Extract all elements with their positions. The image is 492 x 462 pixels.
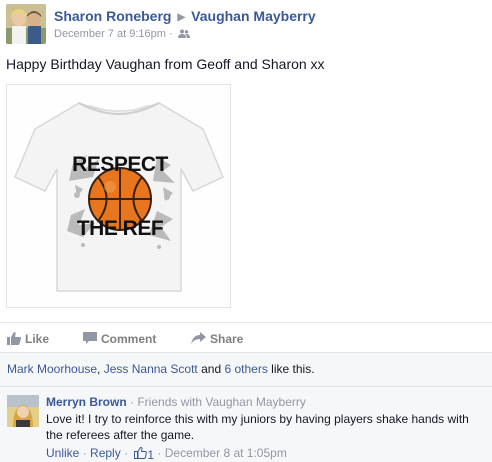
post-meta: December 7 at 9:16pm ·: [54, 28, 190, 40]
share-label: Share: [210, 332, 244, 346]
post-timestamp[interactable]: December 7 at 9:16pm: [54, 28, 166, 40]
share-button[interactable]: Share: [191, 330, 243, 346]
meta-dot-2: ·: [120, 446, 132, 460]
likes-suffix: like this.: [267, 362, 315, 376]
meta-dot-3: ·: [154, 446, 165, 460]
post-message: Happy Birthday Vaughan from Geoff and Sh…: [6, 56, 325, 72]
thumbs-up-icon: [7, 332, 21, 345]
unlike-link[interactable]: Unlike: [46, 446, 79, 460]
comment-meta: Unlike · Reply · 1 · December 8 at 1:05p…: [46, 445, 287, 462]
others-link[interactable]: 6 others: [224, 362, 267, 376]
author-avatar[interactable]: [6, 4, 46, 44]
divider: [0, 386, 492, 387]
thumbs-up-icon: [134, 446, 148, 459]
shirt-text-top: RESPECT: [72, 153, 168, 176]
comment-text: Love it! I try to reinforce this with my…: [46, 412, 469, 442]
comment-label: Comment: [101, 332, 157, 346]
comment-like-count-button[interactable]: 1: [134, 446, 154, 462]
commenter-relation: · Friends with Vaughan Mayberry: [126, 395, 306, 409]
feedback-section: Mark Moorhouse, Jess Nanna Scott and 6 o…: [0, 352, 492, 462]
meta-dot-1: ·: [79, 446, 91, 460]
post-header: Sharon Roneberg ▶ Vaughan Mayberry Decembe…: [6, 4, 486, 46]
like-label: Like: [25, 332, 50, 346]
friends-audience-icon[interactable]: [177, 29, 190, 38]
liker-link-2[interactable]: Jess Nanna Scott: [104, 362, 198, 376]
comment-timestamp[interactable]: December 8 at 1:05pm: [165, 446, 287, 460]
shirt-text-bottom: THE REF: [77, 217, 164, 240]
tshirt-image: RESPECT THE REF: [7, 85, 230, 307]
commenter-avatar[interactable]: [7, 395, 39, 427]
commenter-name-link[interactable]: Merryn Brown: [46, 395, 127, 409]
photo-attachment[interactable]: RESPECT THE REF: [6, 84, 231, 308]
likes-summary: Mark Moorhouse, Jess Nanna Scott and 6 o…: [7, 362, 315, 376]
author-name-link[interactable]: Sharon Roneberg: [54, 8, 171, 24]
author-line: Sharon Roneberg ▶ Vaughan Mayberry: [54, 8, 316, 24]
likes-separator: ,: [97, 362, 104, 376]
comment-button[interactable]: Comment: [83, 330, 156, 346]
comment-bubble-icon: [83, 332, 97, 344]
play-arrow-icon: ▶: [177, 12, 186, 23]
comment-header: Merryn Brown · Friends with Vaughan Mayb…: [46, 395, 306, 409]
comment-like-count[interactable]: 1: [147, 448, 154, 462]
liker-link-1[interactable]: Mark Moorhouse: [7, 362, 97, 376]
post-action-bar: Like Comment Share: [0, 322, 492, 352]
recipient-name-link[interactable]: Vaughan Mayberry: [191, 8, 316, 24]
like-button[interactable]: Like: [7, 330, 49, 346]
likes-and: and: [197, 362, 225, 376]
reply-link[interactable]: Reply: [90, 446, 121, 460]
share-arrow-icon: [191, 332, 206, 344]
